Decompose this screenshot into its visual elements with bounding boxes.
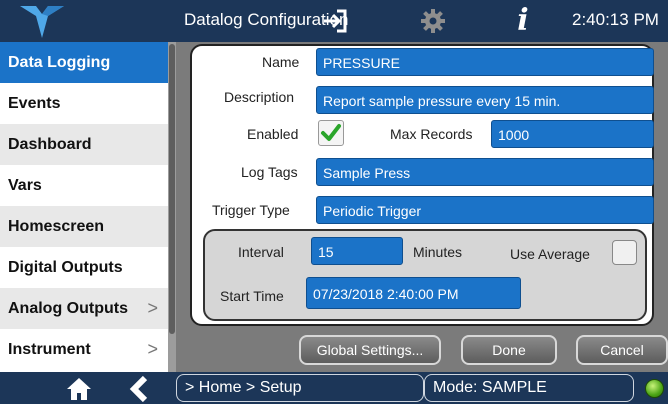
cancel-button[interactable]: Cancel [576, 335, 668, 365]
sidebar-item-label: Instrument [8, 341, 91, 358]
use-average-checkbox[interactable] [612, 240, 637, 265]
sidebar-item-digital-outputs[interactable]: Digital Outputs [0, 247, 168, 288]
sidebar-item-label: Events [8, 95, 61, 112]
trigger-type-label: Trigger Type [212, 202, 290, 218]
sidebar-item-homescreen[interactable]: Homescreen [0, 206, 168, 247]
gear-icon[interactable] [420, 8, 446, 34]
start-time-label: Start Time [220, 288, 284, 304]
sidebar-item-label: Digital Outputs [8, 259, 123, 276]
max-records-label: Max Records [390, 126, 473, 142]
sidebar-item-label: Data Logging [8, 54, 111, 71]
done-button[interactable]: Done [461, 335, 557, 365]
sidebar-item-label: Vars [8, 177, 42, 194]
log-tags-label: Log Tags [241, 164, 298, 180]
check-icon [321, 124, 341, 141]
home-icon[interactable] [66, 377, 92, 401]
sidebar: Data Logging Events Dashboard Vars Homes… [0, 42, 168, 372]
start-time-field[interactable]: 07/23/2018 2:40:00 PM [306, 277, 521, 309]
sidebar-item-label: Analog Outputs [8, 300, 128, 317]
use-average-label: Use Average [510, 246, 590, 262]
interval-unit-label: Minutes [413, 244, 463, 260]
chevron-right-icon: > [147, 339, 158, 359]
mode-indicator: Mode: SAMPLE [424, 374, 634, 402]
logo-icon [20, 6, 64, 38]
name-label: Name [262, 54, 300, 70]
trigger-type-field[interactable]: Periodic Trigger [316, 196, 654, 224]
sidebar-item-events[interactable]: Events [0, 83, 168, 124]
enabled-checkbox[interactable] [318, 120, 344, 146]
global-settings-button[interactable]: Global Settings... [299, 335, 441, 365]
sidebar-item-dashboard[interactable]: Dashboard [0, 124, 168, 165]
chevron-right-icon: > [147, 298, 158, 318]
sidebar-item-analog-outputs[interactable]: Analog Outputs > [0, 288, 168, 329]
enabled-label: Enabled [247, 126, 299, 142]
sidebar-item-vars[interactable]: Vars [0, 165, 168, 206]
sidebar-item-data-logging[interactable]: Data Logging [0, 42, 168, 83]
description-label: Description [224, 89, 295, 105]
sidebar-item-instrument[interactable]: Instrument > [0, 329, 168, 370]
breadcrumb: > Home > Setup [176, 374, 424, 402]
exit-icon[interactable] [322, 8, 348, 34]
interval-field[interactable]: 15 [311, 237, 403, 265]
info-icon[interactable]: i [512, 4, 534, 38]
interval-label: Interval [238, 244, 284, 260]
sidebar-item-label: Dashboard [8, 136, 92, 153]
back-icon[interactable] [128, 376, 150, 402]
log-tags-field[interactable]: Sample Press [316, 158, 654, 186]
status-led-icon [645, 379, 664, 398]
name-field[interactable]: PRESSURE [316, 48, 654, 76]
sidebar-scroll-thumb[interactable] [169, 44, 175, 334]
max-records-field[interactable]: 1000 [491, 120, 654, 148]
description-field[interactable]: Report sample pressure every 15 min. [316, 86, 654, 114]
sidebar-item-label: Homescreen [8, 218, 105, 235]
clock-display: 2:40:13 PM [572, 10, 659, 29]
